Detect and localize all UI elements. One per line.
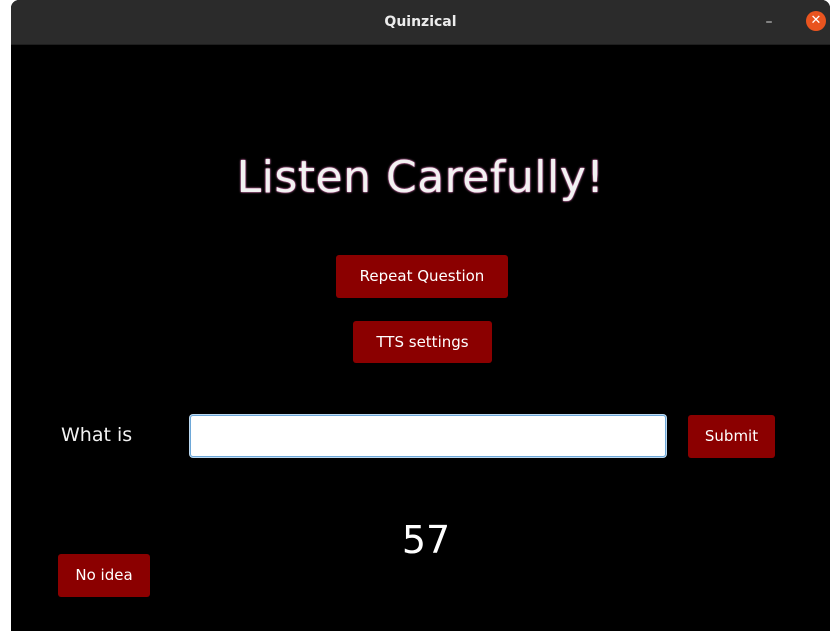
answer-prompt-label: What is	[61, 424, 133, 446]
repeat-question-button[interactable]: Repeat Question	[336, 255, 508, 298]
close-button[interactable]: ✕	[806, 11, 826, 31]
page-heading: Listen Carefully!	[236, 152, 605, 203]
title-bar: Quinzical – ✕	[11, 0, 830, 45]
window-title: Quinzical	[384, 14, 457, 30]
countdown-timer: 57	[401, 518, 451, 562]
no-idea-button[interactable]: No idea	[58, 554, 150, 597]
tts-settings-button[interactable]: TTS settings	[353, 321, 492, 363]
answer-input[interactable]	[190, 415, 666, 457]
app-window: Quinzical – ✕ Listen Carefully! Repeat Q…	[11, 0, 830, 631]
submit-button[interactable]: Submit	[688, 415, 775, 458]
minimize-button[interactable]: –	[758, 11, 780, 33]
